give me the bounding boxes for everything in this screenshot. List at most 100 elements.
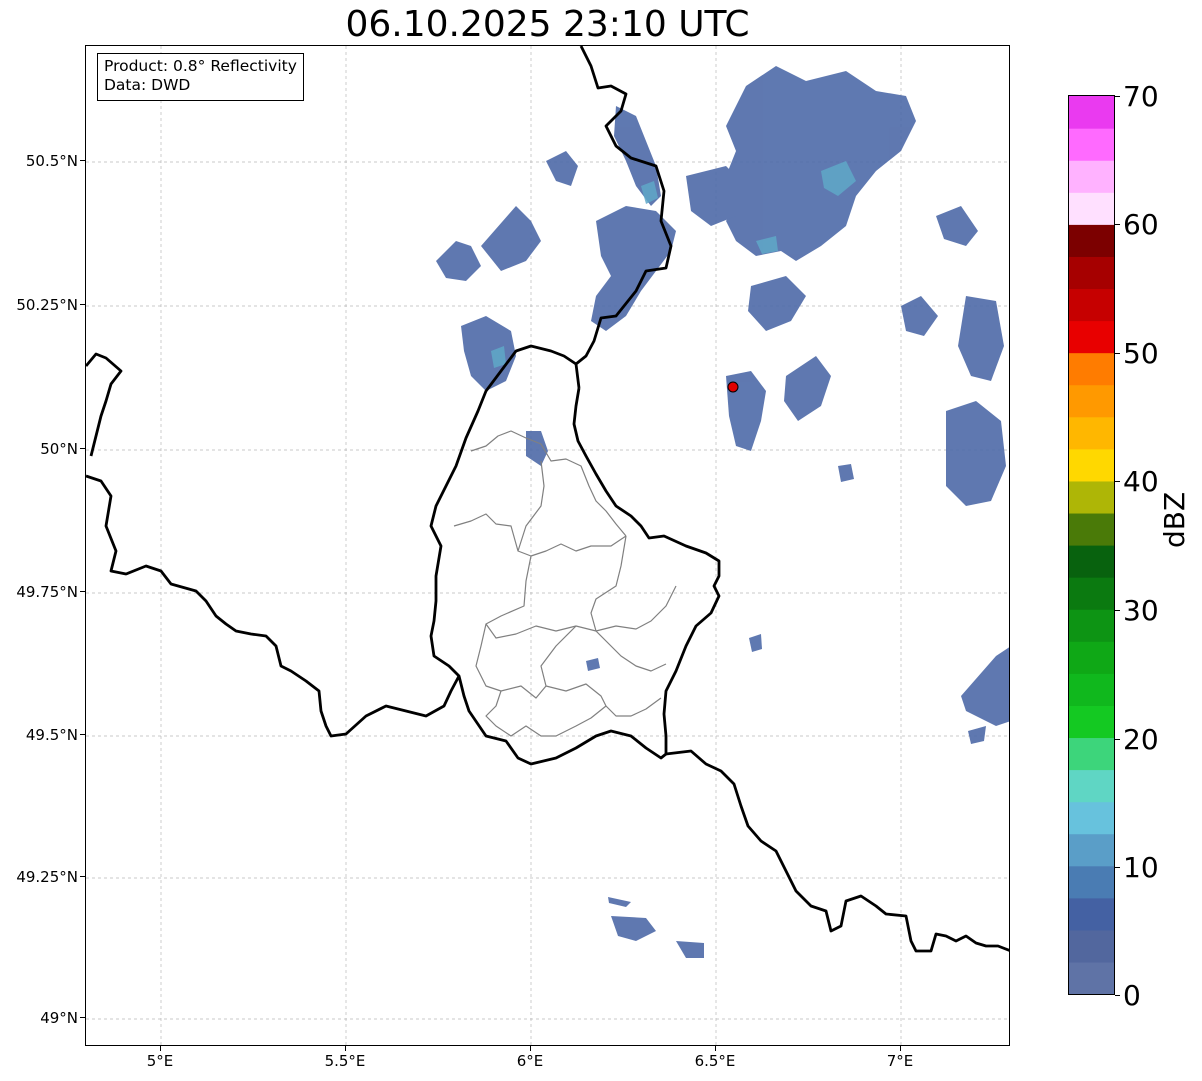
colorbar-segment [1069, 641, 1114, 674]
colorbar-segment [1069, 673, 1114, 706]
district-line-east2 [595, 630, 667, 672]
y-tick [80, 1017, 85, 1018]
y-tick-label: 49.25°N [16, 868, 78, 886]
echo-cluster-south-2 [676, 941, 704, 958]
colorbar-segment [1069, 128, 1114, 161]
y-tick [80, 591, 85, 592]
colorbar-tick-label: 0 [1123, 979, 1141, 1012]
colorbar-segment [1069, 833, 1114, 867]
y-tick [80, 876, 85, 877]
radar-map-canvas [86, 46, 1009, 1045]
colorbar-tick-label: 20 [1123, 723, 1159, 756]
echo-cluster-southeast-small [968, 726, 986, 744]
colorbar-segment [1069, 512, 1114, 546]
x-tick [715, 1046, 716, 1051]
x-tick-label: 6°E [516, 1052, 544, 1070]
district-line-west [453, 513, 519, 552]
colorbar-unit-label: dBZ [1158, 491, 1191, 548]
echo-cluster-south-3 [608, 897, 631, 907]
colorbar-segment [1069, 801, 1114, 835]
x-tick [345, 1046, 346, 1051]
x-tick [900, 1046, 901, 1051]
colorbar-segment [1069, 480, 1114, 514]
radar-map[interactable] [85, 45, 1010, 1046]
echo-cluster-east-3 [901, 296, 938, 336]
x-tick-label: 6.5°E [694, 1052, 736, 1070]
colorbar-segment [1069, 929, 1114, 963]
x-tick [160, 1046, 161, 1051]
colorbar-segment [1069, 609, 1114, 642]
district-line-east [590, 535, 627, 632]
echo-cluster-east-1 [958, 296, 1004, 381]
district-line-southwest [475, 623, 577, 699]
colorbar-tick [1115, 481, 1120, 482]
colorbar-segment [1069, 448, 1114, 482]
colorbar-tick [1115, 96, 1120, 97]
y-tick-label: 50.25°N [16, 296, 78, 314]
y-tick-label: 49.5°N [25, 726, 78, 744]
colorbar-tick-label: 10 [1123, 851, 1159, 884]
colorbar-segment [1069, 737, 1114, 771]
y-tick [80, 448, 85, 449]
colorbar-tick-label: 30 [1123, 594, 1159, 627]
echo-cluster-ne-scatter [748, 276, 806, 331]
echo-cluster-central [526, 431, 548, 466]
map-title: 06.10.2025 23:10 UTC [345, 4, 750, 45]
data-source-label: Data: DWD [104, 76, 191, 94]
colorbar-segment [1069, 96, 1114, 129]
y-tick-label: 50.5°N [25, 152, 78, 170]
echo-cluster-west-mid [461, 316, 516, 391]
colorbar [1068, 95, 1115, 995]
y-tick-label: 50°N [40, 440, 78, 458]
y-tick [80, 160, 85, 161]
colorbar-segment [1069, 545, 1114, 578]
echo-cluster-south-1 [611, 916, 656, 941]
colorbar-tick [1115, 353, 1120, 354]
border-belgium-netherlands [86, 352, 123, 457]
echo-cluster-east-2 [946, 401, 1006, 506]
echo-cluster-mid-east [784, 356, 831, 421]
y-tick-label: 49°N [40, 1009, 78, 1027]
y-tick [80, 304, 85, 305]
district-line-south2 [545, 683, 607, 707]
colorbar-segment [1069, 192, 1114, 225]
colorbar-tick [1115, 224, 1120, 225]
colorbar-segment [1069, 256, 1114, 290]
echo-cluster-southeast [961, 647, 1009, 726]
echo-cluster-far-ne [936, 206, 978, 246]
colorbar-tick-label: 70 [1123, 80, 1159, 113]
district-line-south [485, 690, 662, 737]
echo-cluster-lux-small [586, 658, 600, 671]
radar-echoes [436, 66, 1009, 958]
colorbar-segment [1069, 865, 1114, 899]
colorbar-segment [1069, 769, 1114, 803]
colorbar-tick-label: 40 [1123, 465, 1159, 498]
colorbar-segment [1069, 961, 1114, 994]
colorbar-tick-label: 50 [1123, 337, 1159, 370]
colorbar-segment [1069, 384, 1114, 418]
colorbar-segment [1069, 160, 1114, 193]
district-boundaries [453, 430, 677, 737]
colorbar-segment [1069, 705, 1114, 739]
echo-cluster-west-north [436, 241, 481, 281]
colorbar-segment [1069, 224, 1114, 257]
district-line-center [485, 555, 677, 639]
border-luxembourg [429, 344, 721, 766]
colorbar-segment [1069, 416, 1114, 450]
echo-cluster-east-mid [838, 464, 854, 482]
colorbar-gradient [1069, 96, 1114, 994]
colorbar-tick [1115, 610, 1120, 611]
map-gridlines [86, 46, 1009, 1045]
colorbar-segment [1069, 352, 1114, 386]
y-tick [80, 734, 85, 735]
radar-site-marker[interactable] [727, 381, 739, 393]
district-line-north-center [517, 460, 627, 557]
colorbar-tick [1115, 739, 1120, 740]
colorbar-tick-label: 60 [1123, 208, 1159, 241]
border-belgium-france [86, 474, 461, 738]
product-info-box: Product: 0.8° Reflectivity Data: DWD [97, 53, 304, 101]
colorbar-tick [1115, 995, 1120, 996]
national-borders [86, 46, 1009, 953]
x-tick-label: 5°E [146, 1052, 174, 1070]
echo-cluster-nw2 [481, 206, 541, 271]
